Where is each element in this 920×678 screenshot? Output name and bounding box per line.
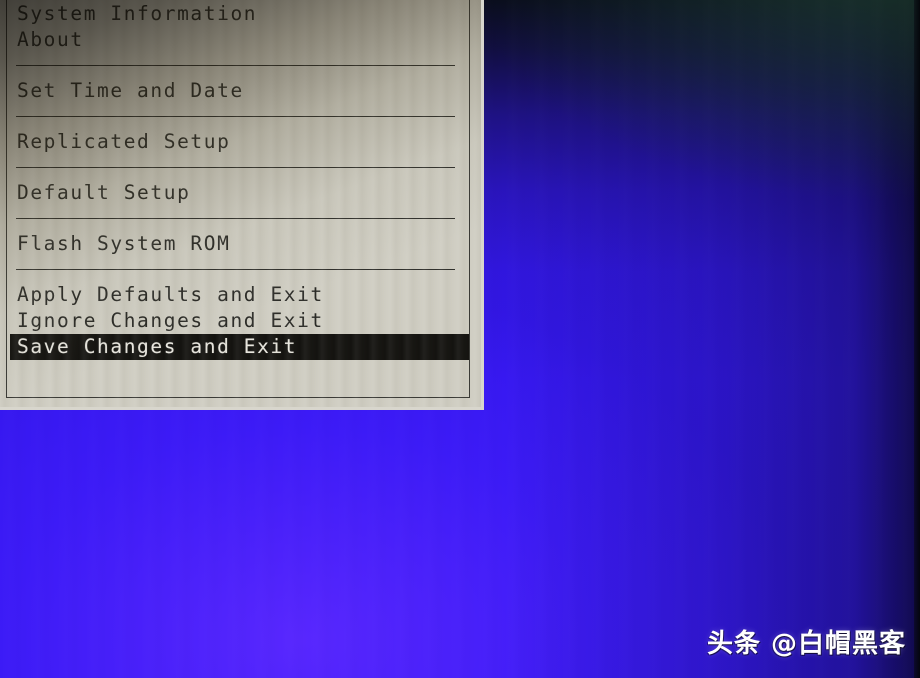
menu-item-set-time-and-date[interactable]: Set Time and Date — [8, 77, 459, 104]
menu-separator-5 — [16, 269, 455, 270]
menu-item-list: System Information About Set Time and Da… — [8, 0, 469, 360]
menu-item-apply-defaults-and-exit[interactable]: Apply Defaults and Exit — [8, 281, 459, 308]
menu-separator-2 — [16, 116, 455, 117]
screen-right-bezel-edge — [914, 0, 920, 678]
menu-item-save-changes-and-exit[interactable]: Save Changes and Exit — [10, 334, 469, 360]
menu-separator-1 — [16, 65, 455, 66]
watermark-text: 头条 @白帽黑客 — [706, 629, 906, 659]
menu-item-system-information[interactable]: System Information — [8, 0, 459, 27]
menu-item-replicated-setup[interactable]: Replicated Setup — [8, 128, 459, 155]
menu-item-about[interactable]: About — [8, 27, 459, 53]
menu-separator-4 — [16, 218, 455, 219]
menu-item-default-setup[interactable]: Default Setup — [8, 179, 459, 206]
bios-setup-menu-dialog: System Information About Set Time and Da… — [0, 0, 484, 410]
menu-item-ignore-changes-and-exit[interactable]: Ignore Changes and Exit — [8, 308, 459, 334]
photo-of-bios-screen: System Information About Set Time and Da… — [0, 0, 920, 678]
menu-separator-3 — [16, 167, 455, 168]
menu-item-flash-system-rom[interactable]: Flash System ROM — [8, 230, 459, 257]
